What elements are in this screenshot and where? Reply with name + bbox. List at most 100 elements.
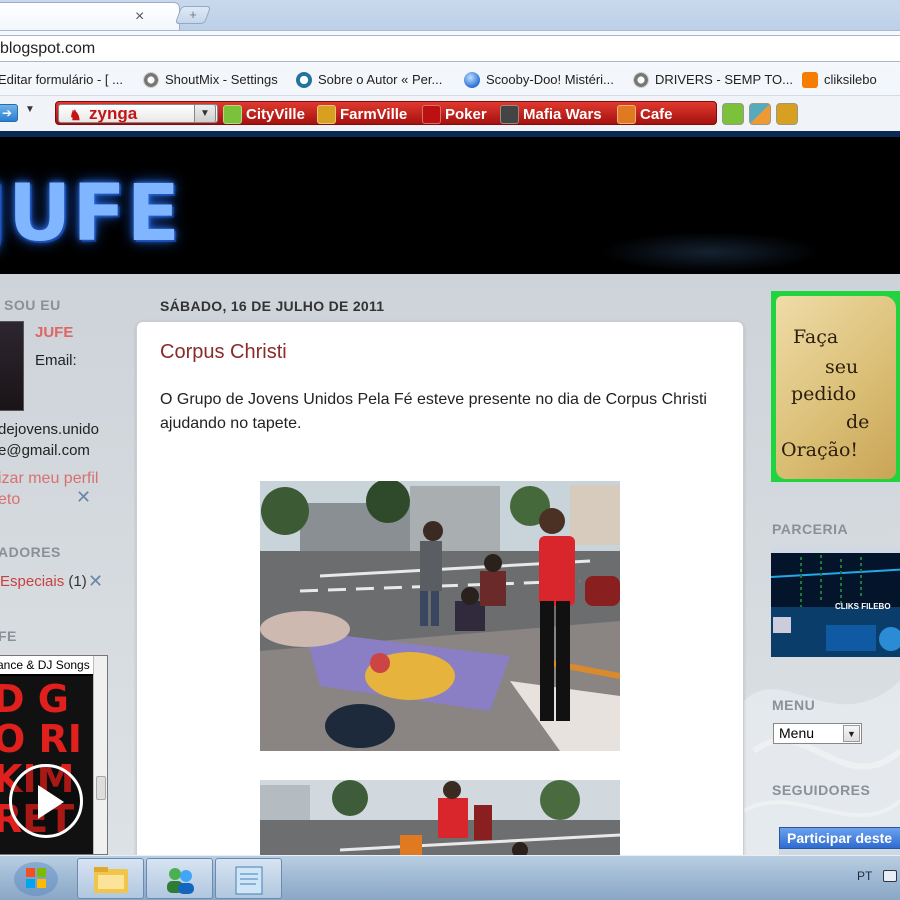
post-photo[interactable] [260,481,620,751]
email-text: e@gmail.com [0,442,90,459]
chevron-down-icon[interactable]: ▼ [194,104,216,123]
bookmark-item[interactable]: Scooby-Doo! Mistéri... [464,70,614,90]
globe-icon [633,72,649,88]
address-bar-row: blogspot.com [0,30,900,65]
post-body: O Grupo de Jovens Unidos Pela Fé esteve … [160,391,707,432]
game-label: Poker [445,105,487,123]
profile-photo[interactable] [0,321,24,411]
prayer-text: Faça [793,326,839,348]
partner-banner[interactable]: CLIKS FILEBO [771,547,900,657]
taskbar-messenger-button[interactable] [146,858,213,899]
view-profile-link[interactable]: izar meu perfil [0,470,98,488]
music-player: ance & DJ Songs D G O RI KIM RET [0,655,108,855]
menu-heading: MENU [772,697,816,713]
blogger-icon [802,72,818,88]
wrench-screwdriver-icon[interactable]: ✕ [76,487,91,508]
profile-link-secondary[interactable]: eto [0,491,20,509]
chevron-down-icon: ▼ [843,725,860,742]
markers-heading: ADORES [0,544,61,560]
game-label: Cafe [640,105,673,123]
wrench-screwdriver-icon[interactable]: ✕ [88,571,103,592]
language-indicator[interactable]: PT [857,869,872,883]
scroll-thumb[interactable] [96,776,106,800]
profile-name[interactable]: JUFE [35,324,73,341]
prayer-text: de [846,411,870,433]
bookmark-label: DRIVERS - SEMP TO... [655,72,793,87]
parchment-image: Faça seu pedido de Oração! [776,296,896,479]
taskbar-notepad-button[interactable] [215,858,282,899]
cityville-icon [223,104,242,124]
play-icon[interactable] [9,764,83,838]
zynga-dog-icon: ♞ [69,107,82,123]
game-label: CityVille [246,105,305,123]
bookmark-label: Editar formulário - [ ... [0,72,123,87]
zynga-toolbar: ➔ ▼ ♞ zynga ▼ CityVille FarmVille Poker … [0,96,900,131]
mafiawars-icon [500,104,519,124]
taskbar: PT [0,855,900,900]
bookmarks-bar: Editar formulário - [ ... ShoutMix - Set… [0,65,900,96]
bookmark-item[interactable]: Sobre o Autor « Per... [296,70,442,90]
bookmark-item[interactable]: Editar formulário - [ ... [0,70,123,90]
game-label: Mafia Wars [523,105,602,123]
followers-heading: SEGUIDORES [772,782,871,798]
globe-icon [464,72,480,88]
folder-icon [94,867,128,893]
forward-arrow-icon[interactable]: ➔ [0,104,18,122]
bookmark-item[interactable]: cliksilebo [802,70,877,90]
prayer-text: Oração! [781,439,859,461]
game-cafe[interactable]: Cafe [617,104,673,124]
start-menu-icon[interactable] [6,859,66,898]
farmville-icon [317,104,336,124]
game-cityville[interactable]: CityVille [223,104,305,124]
browser-tab[interactable]: × [0,2,180,30]
parceria-heading: PARCERIA [772,521,849,537]
cafe-icon [617,104,636,124]
marker-count: (1) [64,573,87,590]
menu-dropdown[interactable]: Menu ▼ [773,723,862,744]
post-date: SÁBADO, 16 DE JULHO DE 2011 [160,298,385,314]
prayer-text: pedido [791,383,857,405]
post-title[interactable]: Corpus Christi [160,341,287,364]
marker-label: Especiais [0,573,65,590]
email-label: Email: [35,352,77,369]
game-switch-icon[interactable] [749,103,771,125]
cityville-icon[interactable] [722,103,744,125]
game-mafia-wars[interactable]: Mafia Wars [500,104,602,124]
blog-header: JUFE [0,131,900,274]
bookmark-item[interactable]: DRIVERS - SEMP TO... [633,70,793,90]
users-icon [167,868,194,894]
post-photo[interactable] [260,780,620,855]
taskbar-explorer-button[interactable] [77,858,144,899]
game-label: FarmVille [340,105,408,123]
bookmark-label: cliksilebo [824,72,877,87]
keyboard-icon[interactable] [883,870,897,882]
partner-banner-text: CLIKS FILEBO [835,602,891,611]
marker-link[interactable]: Especiais (1) [0,573,87,590]
street-photo-image [260,481,620,751]
prayer-text: seu [825,356,859,378]
close-tab-icon[interactable]: × [135,8,144,26]
bookmark-label: Scooby-Doo! Mistéri... [486,72,614,87]
email-text: dejovens.unido [0,421,99,438]
farmville-icon[interactable] [776,103,798,125]
player-title: ance & DJ Songs [0,656,93,674]
bookmark-label: Sobre o Autor « Per... [318,72,443,87]
player-scrollbar[interactable] [93,656,107,854]
new-tab-button[interactable]: + [174,6,212,24]
prayer-request-banner[interactable]: Faça seu pedido de Oração! [771,291,900,482]
wordpress-icon [296,72,312,88]
tab-strip: × + [0,0,900,30]
plus-icon: + [189,7,197,22]
follow-button[interactable]: Participar deste [779,827,900,849]
blog-title[interactable]: JUFE [0,169,181,259]
poker-icon [422,104,441,124]
url-input[interactable]: blogspot.com [0,35,900,62]
album-art-text: D G [0,677,69,721]
game-poker[interactable]: Poker [422,104,487,124]
album-art-text: O RI [0,717,82,761]
game-farmville[interactable]: FarmVille [317,104,407,124]
player-heading: FE [0,628,17,644]
bookmark-item[interactable]: ShoutMix - Settings [143,70,278,90]
chevron-down-icon[interactable]: ▼ [25,104,35,115]
zynga-brand-label: zynga [89,104,138,123]
